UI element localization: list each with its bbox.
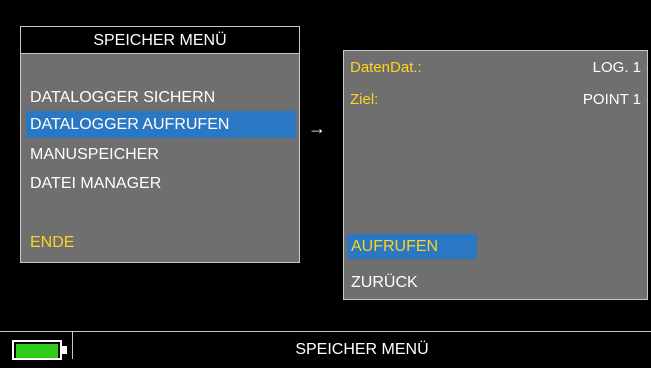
target-value[interactable]: POINT 1 — [583, 91, 641, 108]
data-file-label: DatenDat.: — [350, 59, 422, 76]
menu-item-file-manager[interactable]: DATEI MANAGER — [26, 170, 161, 197]
memory-menu-panel: SPEICHER MENÜ DATALOGGER SICHERN DATALOG… — [20, 26, 300, 263]
recall-button[interactable]: AUFRUFEN — [347, 234, 477, 259]
right-arrow-icon: → — [308, 118, 326, 138]
screen: SPEICHER MENÜ DATALOGGER SICHERN DATALOG… — [0, 0, 651, 360]
recall-detail-panel: DatenDat.: LOG. 1 Ziel: POINT 1 AUFRUFEN… — [343, 50, 648, 300]
target-label: Ziel: — [350, 91, 379, 108]
battery-fill — [16, 344, 58, 358]
data-file-value[interactable]: LOG. 1 — [593, 59, 641, 76]
status-bar: SPEICHER MENÜ — [0, 331, 651, 360]
back-button[interactable]: ZURÜCK — [347, 270, 418, 295]
menu-item-datalogger-save[interactable]: DATALOGGER SICHERN — [26, 84, 215, 111]
battery-icon — [12, 340, 62, 360]
menu-item-manual-memory[interactable]: MANUSPEICHER — [26, 141, 159, 168]
menu-item-datalogger-load[interactable]: DATALOGGER AUFRUFEN — [26, 111, 296, 138]
status-title: SPEICHER MENÜ — [295, 341, 429, 358]
menu-item-end[interactable]: ENDE — [26, 229, 74, 256]
menu-title: SPEICHER MENÜ — [21, 27, 299, 54]
battery-tip — [62, 346, 67, 354]
